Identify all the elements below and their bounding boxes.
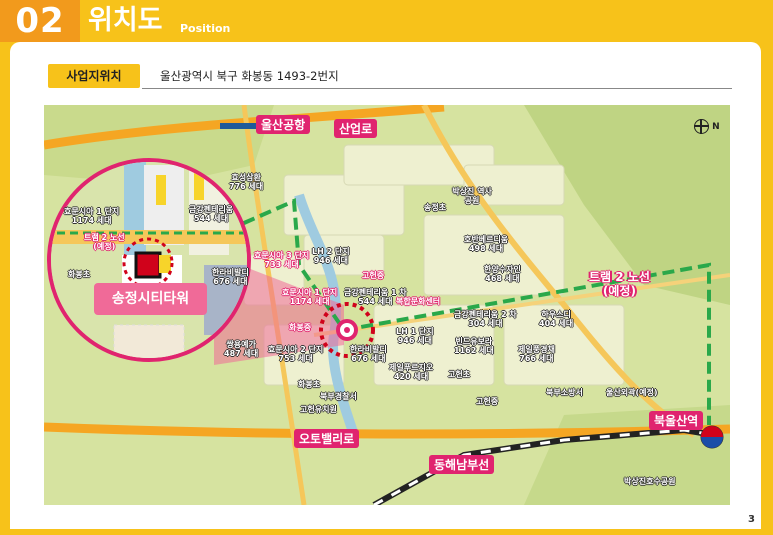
place-label: 고헌중 xyxy=(362,271,385,280)
complex-label: 금강펜테리움 2 차 304 세대 xyxy=(454,310,517,328)
complex-label: 효문시아 2 단지 753 세대 xyxy=(268,345,324,363)
complex-label: 금강펜테리움 544 세대 xyxy=(189,205,234,223)
compass-icon xyxy=(694,119,709,134)
place-label: 고헌초 xyxy=(448,370,471,379)
place-label: 박상진 역사공원 xyxy=(452,187,492,205)
inset-school-label: 화봉초 xyxy=(68,270,91,279)
place-label: 울산외곽(예정) xyxy=(606,388,658,397)
place-label: 고헌유치원 xyxy=(300,405,337,414)
tram-line-label: 트램 2 노선 (예정) xyxy=(589,270,650,298)
complex-label: LH 2 단지 946 세대 xyxy=(312,247,350,265)
sanup-road-label: 산업로 xyxy=(334,119,378,138)
tower-name-label: 송정시티타워 xyxy=(94,283,207,315)
complex-label: 제일푸르지오 420 세대 xyxy=(389,363,434,381)
inset-tram-label: 트램 2 노선 (예정) xyxy=(84,233,125,251)
complex-label: 한라비발디 676 세대 xyxy=(212,268,249,286)
complex-label: 호반베르디움 498 세대 xyxy=(464,235,509,253)
place-label: 화봉중 xyxy=(289,323,312,332)
station-label: 북울산역 xyxy=(649,411,704,430)
complex-label: 효문시아 1 단지 1174 세대 xyxy=(64,207,120,225)
address-text: 울산광역시 북구 화봉동 1493-2번지 xyxy=(160,69,339,83)
complex-label: LH 1 단지 946 세대 xyxy=(396,327,434,345)
otovalley-road-label: 오토밸리로 xyxy=(294,429,360,448)
page-number: 3 xyxy=(748,514,755,525)
place-label: 복합문화센터 xyxy=(396,297,441,306)
location-tab: 사업지위치 xyxy=(48,64,140,88)
complex-label: 빈드유보라 1162 세대 xyxy=(454,337,494,355)
complex-label: 한양수자인 468 세대 xyxy=(484,265,521,283)
place-label: 송정초 xyxy=(424,203,447,212)
complex-label: 한라비발디 676 세대 xyxy=(350,345,387,363)
compass-label: N xyxy=(712,122,720,132)
complex-label: 효문시아 3 단지 733 세대 xyxy=(254,251,310,269)
compass: N xyxy=(694,119,720,134)
address-underline xyxy=(142,88,732,89)
complex-label: 하우스디 404 세대 xyxy=(539,310,574,328)
place-label: 고헌중 xyxy=(476,397,499,406)
section-number: 02 xyxy=(0,0,80,42)
place-label: 북부소방서 xyxy=(546,388,583,397)
page-title: 위치도 xyxy=(88,5,163,36)
place-label: 박상진호수공원 xyxy=(624,477,676,486)
complex-label: 제일풍경채 766 세대 xyxy=(518,345,555,363)
complex-label: 쌍용예가 487 세대 xyxy=(224,340,259,358)
airport-label: 울산공항 xyxy=(256,115,311,134)
complex-label: 효문시아 1 단지 1174 세대 xyxy=(282,288,338,306)
complex-label: 효성삼환 776 세대 xyxy=(229,173,264,191)
place-label: 북부경찰서 xyxy=(320,392,357,401)
place-label: 화봉초 xyxy=(298,380,321,389)
location-map: N 울산공항 산업로 오토밸리로 동해남부선 북울산역 트램 2 노선 (예정) … xyxy=(44,105,730,505)
donghae-line-label: 동해남부선 xyxy=(429,455,495,474)
page-subtitle: Position xyxy=(180,22,231,35)
